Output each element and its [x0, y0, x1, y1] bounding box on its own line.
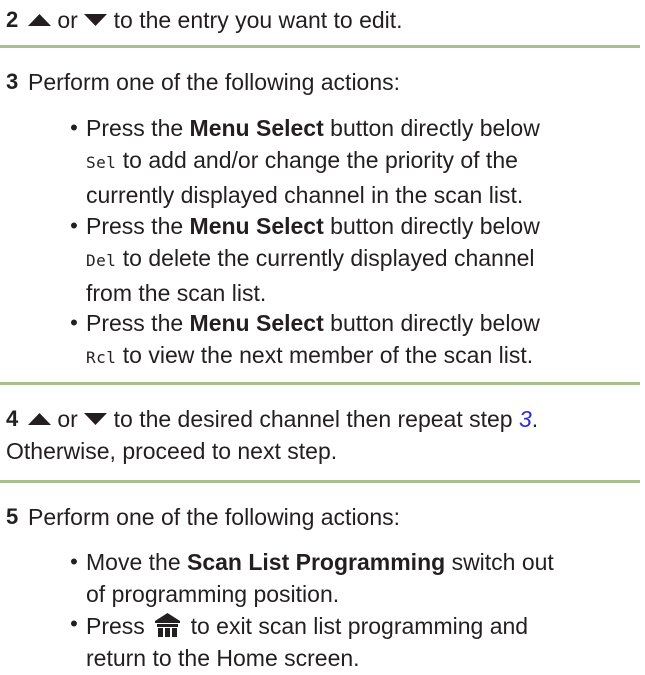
- list-item: Move the Scan List Programming switch ou…: [86, 549, 554, 607]
- step-number: 4: [6, 406, 19, 431]
- softkey-label: Del: [86, 251, 117, 270]
- step-reference-link[interactable]: 3: [519, 406, 532, 432]
- down-arrow-icon: [84, 412, 108, 425]
- step-number: 5: [6, 504, 19, 529]
- up-arrow-icon: [28, 412, 51, 425]
- divider: [0, 480, 640, 483]
- list-item: Press the Menu Select button directly be…: [86, 115, 540, 208]
- step-text: or to the entry you want to edit.: [28, 4, 638, 36]
- bullet: •: [70, 213, 78, 238]
- step-number: 3: [6, 69, 19, 94]
- softkey-label: Rcl: [86, 348, 117, 367]
- step-text: Perform one of the following actions:: [28, 504, 401, 530]
- home-icon: [155, 613, 181, 637]
- softkey-label: Sel: [86, 153, 117, 172]
- up-arrow-icon: [28, 13, 51, 26]
- list-item: Press to exit scan list programming and …: [86, 613, 529, 671]
- list-item: Press the Menu Select button directly be…: [86, 310, 540, 368]
- divider: [0, 382, 640, 385]
- bullet: •: [70, 549, 78, 574]
- list-item: Press the Menu Select button directly be…: [86, 213, 540, 306]
- down-arrow-icon: [84, 13, 108, 26]
- bullet: •: [70, 611, 78, 636]
- bullet: •: [70, 115, 78, 140]
- bullet: •: [70, 310, 78, 335]
- divider: [0, 45, 640, 48]
- step-text: Perform one of the following actions:: [28, 69, 401, 95]
- step-number: 2: [6, 7, 19, 32]
- step-text-line2: Otherwise, proceed to next step.: [6, 438, 338, 464]
- step-text: or to the desired channel then repeat st…: [28, 403, 638, 435]
